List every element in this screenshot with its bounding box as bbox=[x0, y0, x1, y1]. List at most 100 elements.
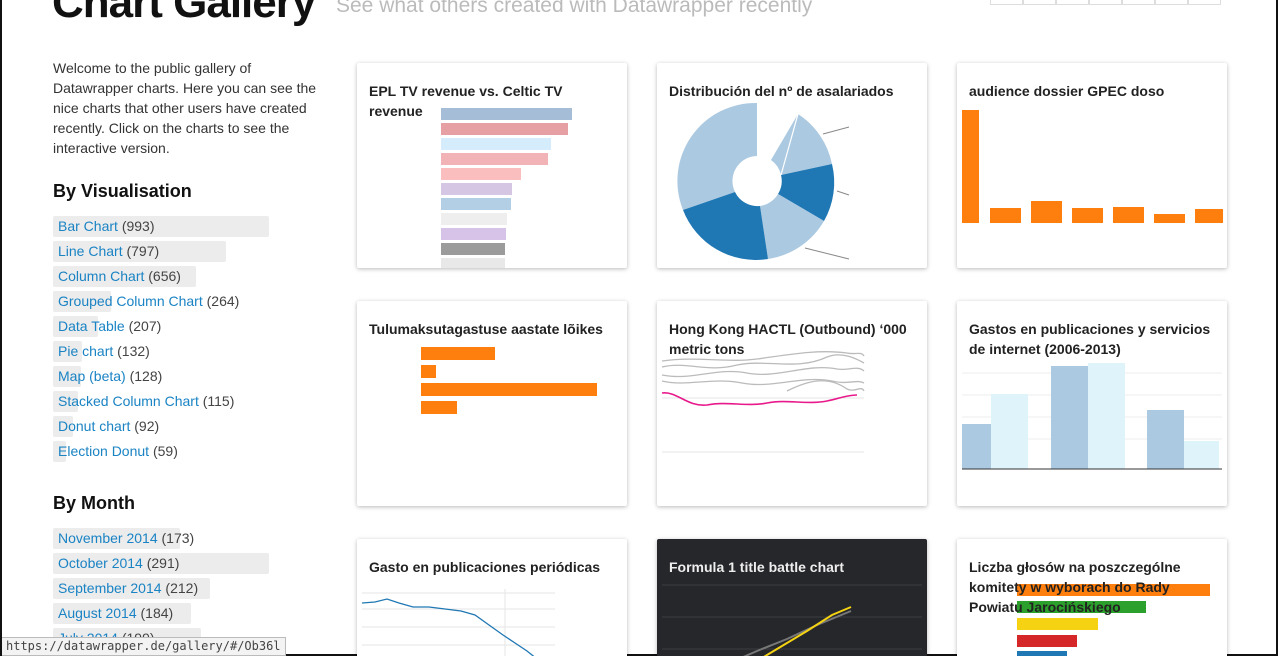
column bbox=[1088, 363, 1125, 469]
gallery-card[interactable]: Liczba głosów na poszczególne komitety w… bbox=[957, 539, 1227, 656]
pagination[interactable] bbox=[990, 0, 1221, 5]
facet-link[interactable]: Pie chart bbox=[58, 343, 113, 359]
line-series bbox=[661, 392, 858, 406]
facet-count: (115) bbox=[202, 393, 235, 409]
gallery-card[interactable]: Distribución del nº de asalariados bbox=[657, 63, 927, 268]
column bbox=[990, 208, 1021, 223]
facet-link[interactable]: Election Donut bbox=[58, 443, 149, 459]
card-title: Gasto en publicaciones periódicas bbox=[369, 559, 601, 575]
bar bbox=[441, 183, 512, 195]
status-bar-url: https://datawrapper.de/gallery/#/Ob36l bbox=[2, 637, 286, 656]
column bbox=[1051, 366, 1088, 469]
bar bbox=[441, 213, 507, 225]
gallery-card[interactable]: Hong Kong HACTL (Outbound) ‘000 metric t… bbox=[657, 301, 927, 506]
column bbox=[1072, 208, 1103, 223]
leader-line bbox=[836, 190, 850, 196]
bar bbox=[421, 383, 597, 396]
bar bbox=[441, 153, 548, 165]
page-subtitle: See what others created with Datawrapper… bbox=[336, 0, 813, 17]
column bbox=[1031, 201, 1062, 223]
gallery-card[interactable]: Gasto en publicaciones periódicas bbox=[357, 539, 627, 656]
page-button[interactable] bbox=[1023, 0, 1056, 5]
card-title: Hong Kong HACTL (Outbound) ‘000 metric t… bbox=[669, 321, 907, 357]
visualisation-facet-list: Bar Chart (993) Line Chart (797) Column … bbox=[53, 216, 333, 462]
facet-count: (132) bbox=[117, 343, 150, 359]
card-title: Gastos en publicaciones y servicios de i… bbox=[969, 321, 1211, 357]
facet-pie-chart[interactable]: Pie chart (132) bbox=[53, 341, 333, 362]
facet-count: (128) bbox=[129, 368, 163, 384]
facet-september-2014[interactable]: September 2014 (212) bbox=[53, 578, 333, 599]
facet-august-2014[interactable]: August 2014 (184) bbox=[53, 603, 333, 624]
page-button[interactable] bbox=[1122, 0, 1155, 5]
gallery-card[interactable]: Gastos en publicaciones y servicios de i… bbox=[957, 301, 1227, 506]
facet-bar-chart[interactable]: Bar Chart (993) bbox=[53, 216, 333, 237]
facet-count: (797) bbox=[126, 243, 160, 259]
line-series bbox=[661, 367, 865, 378]
facet-link[interactable]: Column Chart bbox=[58, 268, 144, 284]
gallery-card[interactable]: Tulumaksutagastuse aastate lõikes bbox=[357, 301, 627, 506]
page-button[interactable] bbox=[990, 0, 1023, 5]
page-title: Chart Gallery bbox=[52, 0, 316, 27]
gallery-card[interactable]: EPL TV revenue vs. Celtic TV revenue bbox=[357, 63, 627, 268]
page-button[interactable] bbox=[1155, 0, 1188, 5]
column bbox=[1113, 207, 1144, 223]
facet-link[interactable]: Grouped Column Chart bbox=[58, 293, 203, 309]
card-title: audience dossier GPEC doso bbox=[969, 83, 1165, 99]
facet-line-chart[interactable]: Line Chart (797) bbox=[53, 241, 333, 262]
facet-count: (207) bbox=[128, 318, 162, 334]
card-title: Formula 1 title battle chart bbox=[669, 559, 845, 575]
card-title: EPL TV revenue vs. Celtic TV revenue bbox=[369, 83, 563, 119]
bar bbox=[421, 347, 495, 360]
intro-text: Welcome to the public gallery of Datawra… bbox=[53, 60, 317, 156]
leader-line bbox=[822, 126, 850, 135]
facet-link[interactable]: Data Table bbox=[58, 318, 125, 334]
facet-count: (291) bbox=[146, 555, 180, 571]
column bbox=[1184, 441, 1219, 469]
facet-october-2014[interactable]: October 2014 (291) bbox=[53, 553, 333, 574]
facet-count: (92) bbox=[134, 418, 160, 434]
facet-count: (656) bbox=[148, 268, 181, 284]
column bbox=[1195, 209, 1223, 223]
facet-data-table[interactable]: Data Table (207) bbox=[53, 316, 333, 337]
facet-stacked-column-chart[interactable]: Stacked Column Chart (115) bbox=[53, 391, 333, 412]
facet-link[interactable]: November 2014 bbox=[58, 530, 158, 546]
card-title: Distribución del nº de asalariados bbox=[669, 83, 894, 99]
by-visualisation-heading: By Visualisation bbox=[53, 181, 192, 201]
facet-link[interactable]: September 2014 bbox=[58, 580, 162, 596]
facet-link[interactable]: Line Chart bbox=[58, 243, 123, 259]
facet-map[interactable]: Map (beta) (128) bbox=[53, 366, 333, 387]
bar bbox=[1017, 618, 1098, 630]
bar bbox=[1017, 651, 1067, 656]
facet-donut-chart[interactable]: Donut chart (92) bbox=[53, 416, 333, 437]
facet-link[interactable]: Donut chart bbox=[58, 418, 130, 434]
facet-column-chart[interactable]: Column Chart (656) bbox=[53, 266, 333, 287]
gallery-card[interactable]: Formula 1 title battle chart bbox=[657, 539, 927, 656]
facet-link[interactable]: Stacked Column Chart bbox=[58, 393, 199, 409]
facet-count: (184) bbox=[140, 605, 174, 621]
card-title: Tulumaksutagastuse aastate lõikes bbox=[369, 321, 603, 337]
page-button[interactable] bbox=[1056, 0, 1089, 5]
bar bbox=[441, 168, 521, 180]
facet-link[interactable]: October 2014 bbox=[58, 555, 143, 571]
gallery-card[interactable]: audience dossier GPEC doso bbox=[957, 63, 1227, 268]
sidebar: Welcome to the public gallery of Datawra… bbox=[53, 58, 333, 653]
facet-link[interactable]: Bar Chart bbox=[58, 218, 118, 234]
leader-line bbox=[804, 247, 850, 260]
facet-count: (212) bbox=[165, 580, 199, 596]
page-header: Chart Gallery See what others created wi… bbox=[52, 0, 812, 27]
by-month-heading: By Month bbox=[53, 493, 135, 513]
facet-count: (993) bbox=[121, 218, 155, 234]
donut-slice bbox=[677, 102, 757, 210]
facet-link[interactable]: August 2014 bbox=[58, 605, 137, 621]
facet-count: (173) bbox=[161, 530, 195, 546]
facet-election-donut[interactable]: Election Donut (59) bbox=[53, 441, 333, 462]
page-button[interactable] bbox=[1188, 0, 1221, 5]
bar bbox=[441, 258, 505, 268]
column bbox=[962, 424, 991, 469]
facet-november-2014[interactable]: November 2014 (173) bbox=[53, 528, 333, 549]
card-title: Liczba głosów na poszczególne komitety w… bbox=[969, 559, 1181, 615]
facet-link[interactable]: Map (beta) bbox=[58, 368, 126, 384]
bar bbox=[441, 198, 511, 210]
facet-grouped-column-chart[interactable]: Grouped Column Chart (264) bbox=[53, 291, 333, 312]
page-button[interactable] bbox=[1089, 0, 1122, 5]
